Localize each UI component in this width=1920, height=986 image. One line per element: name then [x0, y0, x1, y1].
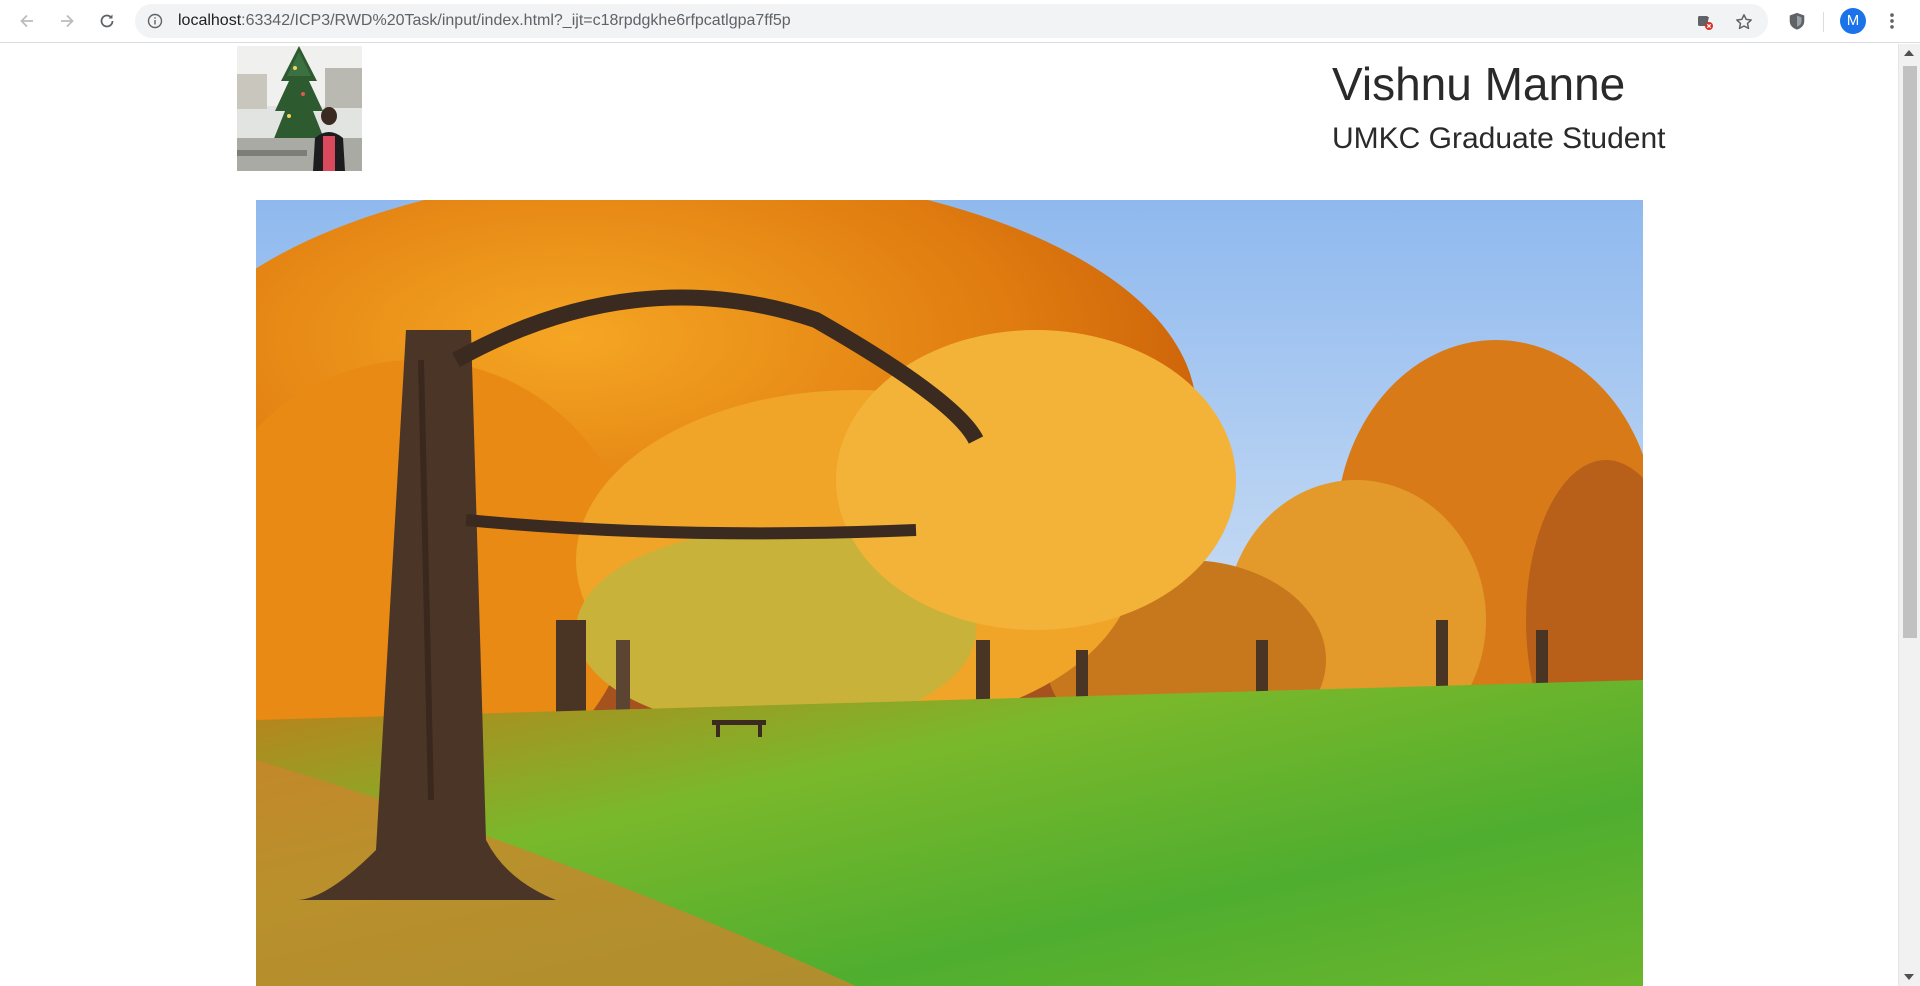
toolbar-divider: [1823, 12, 1824, 32]
url-host: localhost: [178, 12, 242, 29]
reload-icon: [100, 14, 114, 28]
page-subtitle: UMKC Graduate Student: [1332, 122, 1666, 155]
scroll-down-arrow[interactable]: [1904, 974, 1914, 980]
hero-image: [256, 200, 1643, 986]
address-bar[interactable]: localhost:63342/ICP3/RWD%20Task/input/in…: [135, 4, 1768, 38]
forward-icon: [61, 14, 74, 28]
reload-button[interactable]: [92, 6, 122, 36]
more-menu-icon: [1890, 13, 1894, 29]
back-button[interactable]: [12, 6, 42, 36]
scroll-thumb[interactable]: [1903, 66, 1917, 638]
browser-toolbar: localhost:63342/ICP3/RWD%20Task/input/in…: [0, 0, 1920, 43]
info-icon[interactable]: [147, 13, 163, 29]
url-text[interactable]: localhost:63342/ICP3/RWD%20Task/input/in…: [178, 4, 791, 38]
page-viewport: Vishnu Manne UMKC Graduate Student: [0, 44, 1898, 986]
page-title: Vishnu Manne: [1332, 58, 1626, 110]
vertical-scrollbar[interactable]: [1898, 44, 1920, 986]
extension-button[interactable]: [1786, 10, 1808, 32]
translate-blocked-icon[interactable]: [1696, 13, 1714, 31]
forward-button[interactable]: [52, 6, 82, 36]
extension-shield-icon: [1789, 12, 1805, 30]
scroll-up-arrow[interactable]: [1904, 50, 1914, 56]
back-icon: [20, 14, 33, 28]
profile-avatar[interactable]: M: [1840, 8, 1866, 34]
profile-photo: [237, 46, 362, 171]
bookmark-star-icon[interactable]: [1735, 13, 1753, 31]
url-path: :63342/ICP3/RWD%20Task/input/index.html?…: [241, 12, 791, 29]
more-menu-button[interactable]: [1881, 10, 1903, 32]
